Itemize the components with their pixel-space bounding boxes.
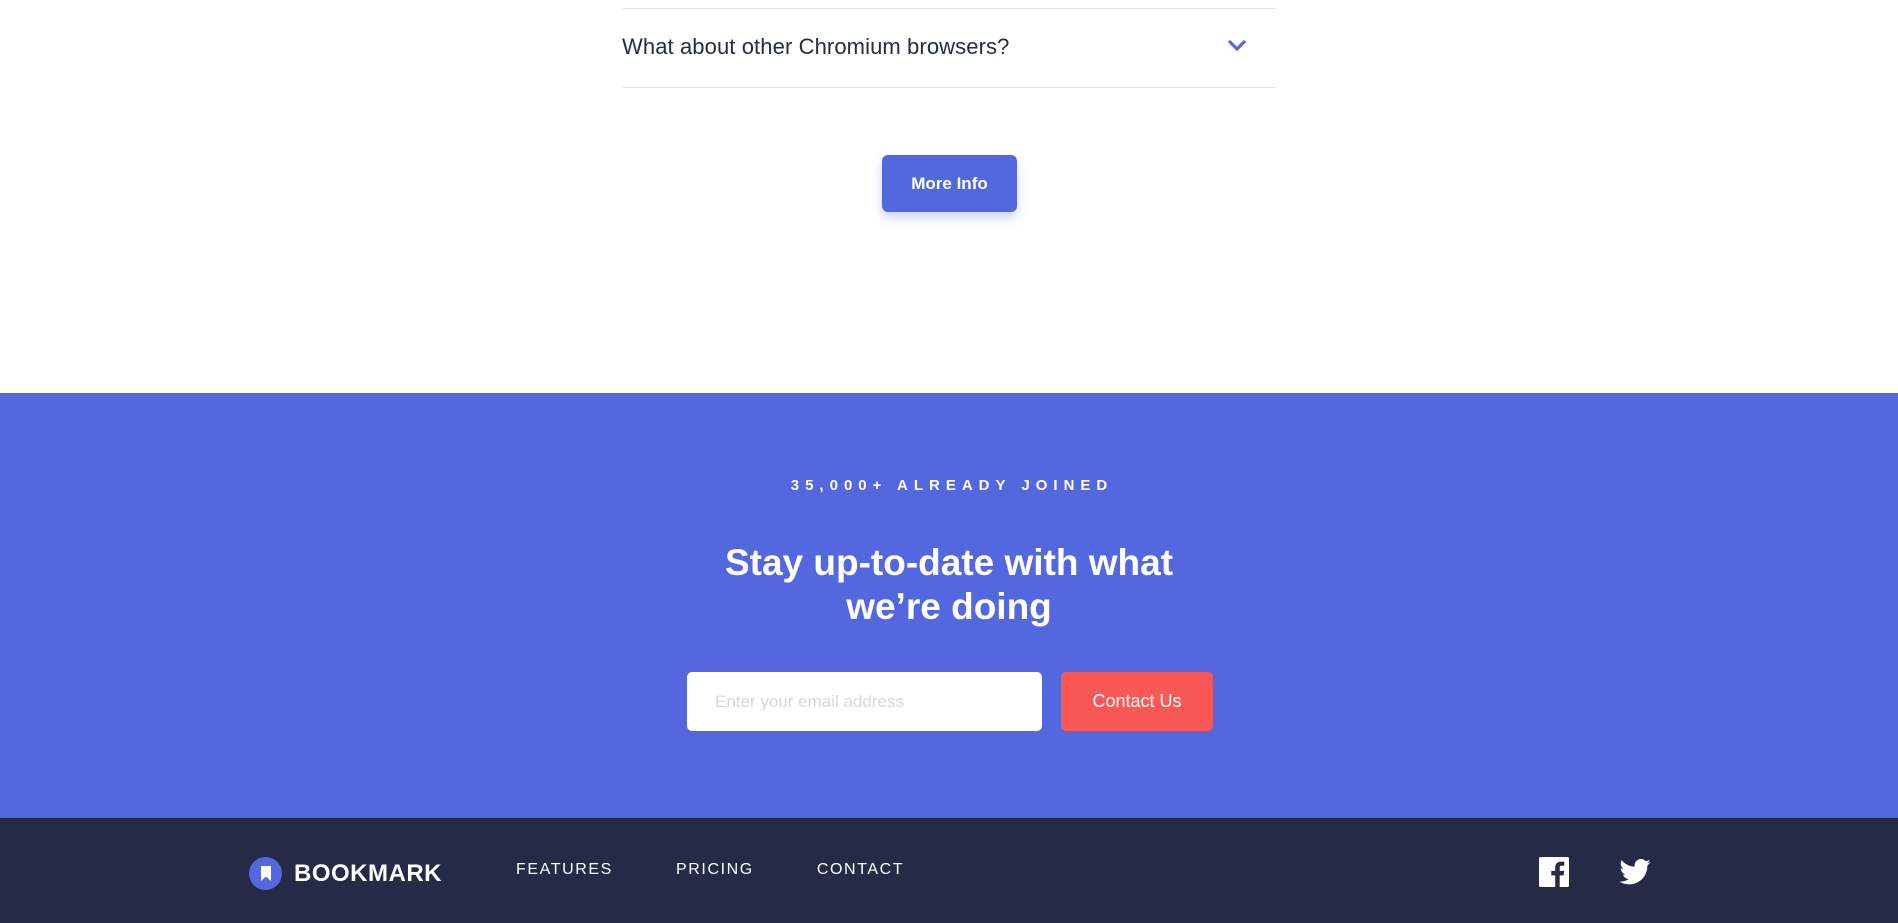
footer-nav-contact[interactable]: CONTACT (817, 861, 904, 879)
joined-count-label: 35,000+ ALREADY JOINED (790, 477, 1114, 494)
contact-us-button[interactable]: Contact Us (1061, 672, 1213, 731)
social-links (1539, 857, 1651, 887)
bookmark-icon (249, 857, 282, 890)
more-info-button[interactable]: More Info (882, 155, 1017, 212)
footer: BOOKMARK FEATURES PRICING CONTACT (0, 818, 1898, 923)
facebook-icon[interactable] (1539, 857, 1569, 887)
newsletter-section: 35,000+ ALREADY JOINED Stay up-to-date w… (0, 393, 1898, 818)
faq-item[interactable]: What about other Chromium browsers? (622, 8, 1276, 88)
faq-question: What about other Chromium browsers? (622, 34, 1010, 59)
footer-nav-features[interactable]: FEATURES (516, 861, 613, 879)
newsletter-title-text: Stay up-to-date with what we’re doing (724, 542, 1174, 627)
logo-text: BOOKMARK (294, 859, 442, 887)
chevron-down-icon[interactable] (1224, 36, 1250, 56)
footer-logo[interactable]: BOOKMARK (249, 857, 442, 890)
faq-section: What about other Chromium browsers? More… (0, 0, 1898, 393)
newsletter-form: Contact Us (687, 672, 1213, 731)
twitter-icon[interactable] (1619, 859, 1651, 885)
footer-nav-pricing[interactable]: PRICING (676, 861, 754, 879)
email-input[interactable] (687, 672, 1042, 731)
footer-nav: FEATURES PRICING CONTACT (516, 861, 904, 879)
newsletter-title: Stay up-to-date with what we’re doing (0, 541, 1898, 629)
